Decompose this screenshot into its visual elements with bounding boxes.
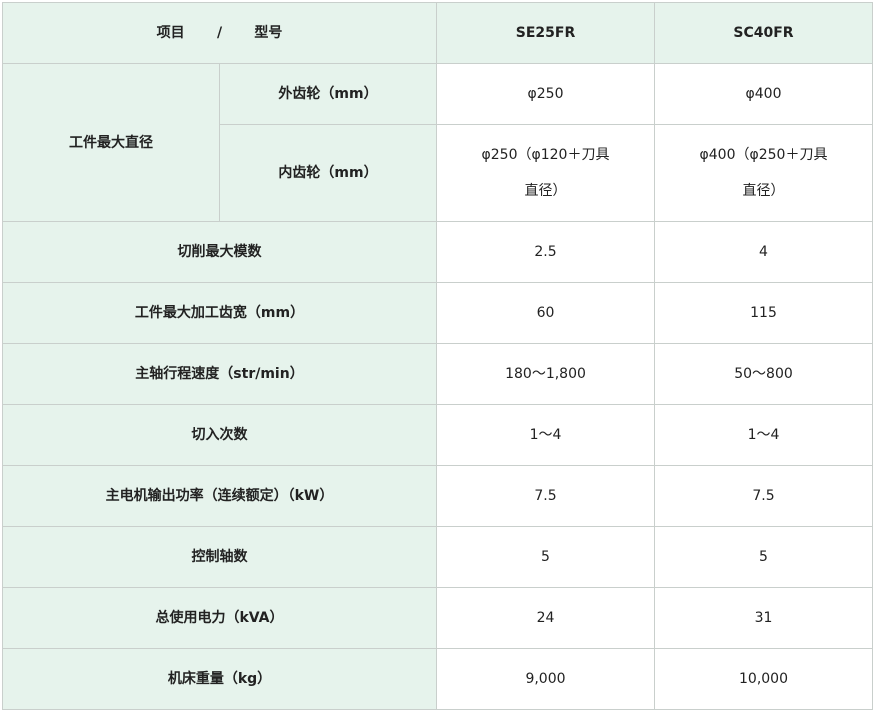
cell-value: 60 — [436, 282, 655, 344]
table-row: 主轴行程速度（str/min） 180～1,800 50～800 — [2, 343, 873, 405]
table-row: 工件最大加工齿宽（mm） 60 115 — [2, 282, 873, 344]
table-row: 总使用电力（kVA） 24 31 — [2, 587, 873, 649]
row-label: 主电机输出功率（连续额定）（kW） — [2, 465, 437, 527]
header-col-sc40fr: SC40FR — [654, 2, 873, 64]
row-label: 主轴行程速度（str/min） — [2, 343, 437, 405]
cell-value: 1～4 — [654, 404, 873, 466]
row-label: 切削最大模数 — [2, 221, 437, 283]
table-row: 控制轴数 5 5 — [2, 526, 873, 588]
cell-value: φ400（φ250＋刀具 直径） — [654, 124, 873, 222]
cell-value: φ250（φ120＋刀具 直径） — [436, 124, 655, 222]
header-col-se25fr: SE25FR — [436, 2, 655, 64]
row-label: 总使用电力（kVA） — [2, 587, 437, 649]
cell-value: 115 — [654, 282, 873, 344]
row-label: 外齿轮（mm） — [219, 63, 437, 125]
cell-value: 7.5 — [436, 465, 655, 527]
cell-value: 31 — [654, 587, 873, 649]
cell-value: 50～800 — [654, 343, 873, 405]
cell-value: 5 — [654, 526, 873, 588]
cell-value: 24 — [436, 587, 655, 649]
row-label: 内齿轮（mm） — [219, 124, 437, 222]
row-label: 机床重量（kg） — [2, 648, 437, 710]
header-model: 型号 — [254, 25, 283, 41]
table-row: 切入次数 1～4 1～4 — [2, 404, 873, 466]
row-label: 工件最大加工齿宽（mm） — [2, 282, 437, 344]
table-row: 工件最大直径 外齿轮（mm） φ250 φ400 — [2, 63, 873, 222]
header-row: 项目 / 型号 SE25FR SC40FR — [2, 2, 873, 64]
row-label: 切入次数 — [2, 404, 437, 466]
cell-value: 1～4 — [436, 404, 655, 466]
cell-value: 2.5 — [436, 221, 655, 283]
cell-value: 9,000 — [436, 648, 655, 710]
cell-value: 7.5 — [654, 465, 873, 527]
cell-value: φ400 — [654, 63, 873, 125]
cell-line: 直径） — [524, 183, 567, 199]
row-group-label: 工件最大直径 — [2, 63, 220, 222]
cell-line: φ400（φ250＋刀具 — [699, 147, 828, 163]
table-row: 主电机输出功率（连续额定）（kW） 7.5 7.5 — [2, 465, 873, 527]
cell-value: 4 — [654, 221, 873, 283]
header-item: 项目 — [156, 25, 185, 41]
header-item-model-cell: 项目 / 型号 — [2, 2, 437, 64]
cell-value: 5 — [436, 526, 655, 588]
cell-value: 180～1,800 — [436, 343, 655, 405]
cell-value: φ250 — [436, 63, 655, 125]
header-separator: / — [216, 25, 223, 41]
row-label: 控制轴数 — [2, 526, 437, 588]
cell-line: 直径） — [742, 183, 785, 199]
cell-line: φ250（φ120＋刀具 — [481, 147, 610, 163]
cell-value: 10,000 — [654, 648, 873, 710]
table-row: 机床重量（kg） 9,000 10,000 — [2, 648, 873, 710]
spec-table: 项目 / 型号 SE25FR SC40FR 工件最大直径 外齿轮（mm） φ25… — [2, 2, 873, 710]
table-row: 切削最大模数 2.5 4 — [2, 221, 873, 283]
